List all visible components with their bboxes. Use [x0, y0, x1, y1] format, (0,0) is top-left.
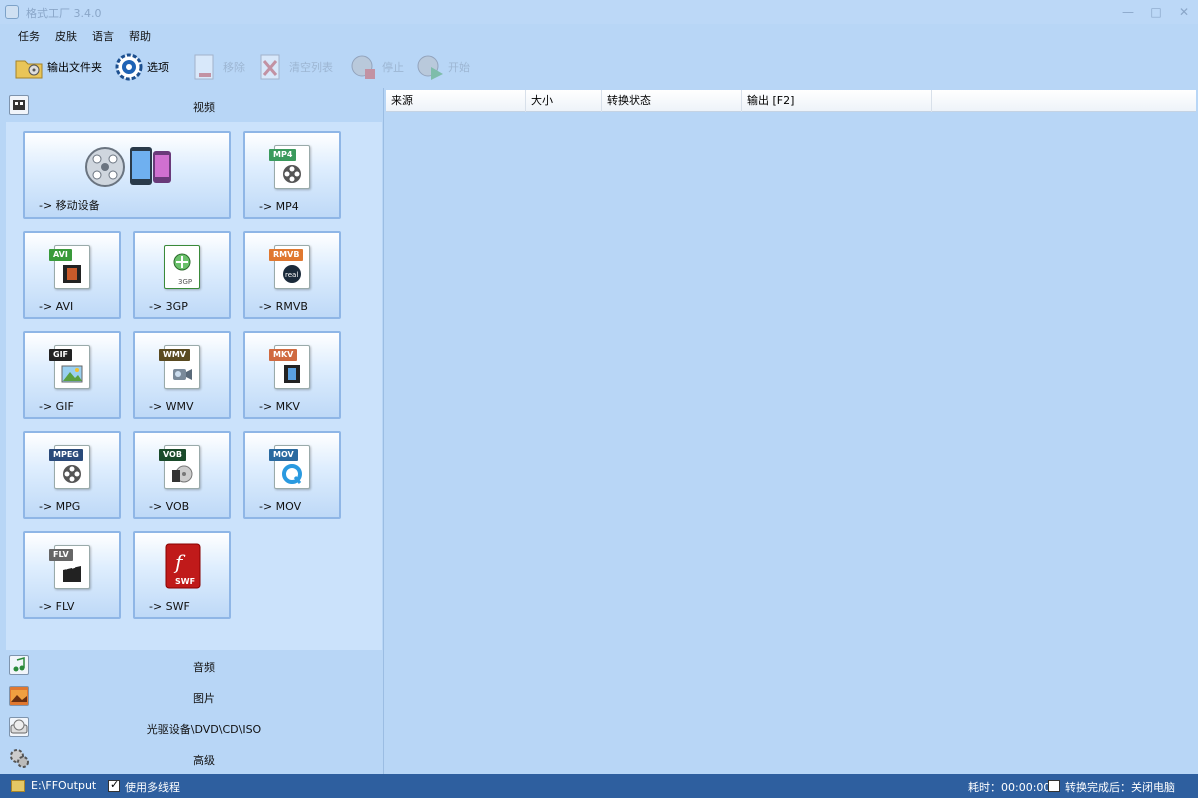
mp4-file-icon: MP4 [269, 145, 310, 189]
column-status[interactable]: 转换状态 [602, 90, 742, 112]
category-video[interactable]: 视频 [0, 90, 384, 120]
remove-button[interactable]: 移除 [190, 52, 245, 82]
menu-help[interactable]: 帮助 [129, 28, 151, 44]
swf-tag: SWF [175, 577, 196, 586]
maximize-button[interactable]: □ [1146, 4, 1166, 20]
tile-mp4[interactable]: MP4 -> MP4 [243, 131, 341, 219]
3gp-file-icon: 3GP [164, 245, 200, 289]
vob-file-icon: VOB [159, 445, 200, 489]
clear-icon [256, 53, 286, 81]
mkv-file-icon: MKV [269, 345, 310, 389]
tile-gif[interactable]: GIF -> GIF [23, 331, 121, 419]
tile-3gp[interactable]: 3GP -> 3GP [133, 231, 231, 319]
elapsed-time: 耗时：00:00:00 [968, 781, 1051, 794]
start-icon [415, 53, 445, 81]
menu-bar: 任务 皮肤 语言 帮助 [0, 24, 400, 46]
gear-icon [114, 53, 144, 81]
category-panel: 视频 -> 移动设备 MP4 -> MP4 AVI -> AVI 3GP -> … [0, 88, 384, 774]
window-title: 格式工厂 3.4.0 [26, 7, 102, 20]
multithread-label: 使用多线程 [125, 781, 180, 794]
category-advanced[interactable]: 高级 [0, 743, 384, 773]
list-header: 来源 大小 转换状态 输出 [F2] [386, 90, 1196, 112]
remove-icon [190, 53, 220, 81]
tile-mov[interactable]: MOV -> MOV [243, 431, 341, 519]
category-optical[interactable]: 光驱设备\DVD\CD\ISO [0, 712, 384, 742]
clear-list-button[interactable]: 清空列表 [256, 52, 333, 82]
folder-icon[interactable] [11, 780, 25, 792]
output-folder-button[interactable]: 输出文件夹 [14, 52, 102, 82]
multithread-checkbox[interactable] [108, 778, 120, 792]
tile-mpg[interactable]: MPEG -> MPG [23, 431, 121, 519]
flv-file-icon: FLV [49, 545, 90, 589]
video-tiles-area: -> 移动设备 MP4 -> MP4 AVI -> AVI 3GP -> 3GP [6, 122, 382, 650]
menu-skin[interactable]: 皮肤 [55, 28, 77, 44]
stop-button[interactable]: 停止 [349, 52, 404, 82]
column-output[interactable]: 输出 [F2] [742, 90, 932, 112]
title-bar: 格式工厂 3.4.0 — □ ✕ [0, 0, 1198, 24]
stop-icon [349, 53, 379, 81]
minimize-button[interactable]: — [1118, 4, 1138, 20]
mov-file-icon: MOV [269, 445, 310, 489]
start-button[interactable]: 开始 [415, 52, 470, 82]
tile-swf[interactable]: f SWF -> SWF [133, 531, 231, 619]
tile-flv[interactable]: FLV -> FLV [23, 531, 121, 619]
after-done-checkbox[interactable] [1048, 780, 1060, 792]
tile-avi[interactable]: AVI -> AVI [23, 231, 121, 319]
tile-rmvb[interactable]: RMVB real -> RMVB [243, 231, 341, 319]
tile-wmv[interactable]: WMV -> WMV [133, 331, 231, 419]
category-picture[interactable]: 图片 [0, 681, 384, 711]
output-path[interactable]: E:\FFOutput [31, 779, 96, 792]
category-audio[interactable]: 音频 [0, 650, 384, 680]
menu-task[interactable]: 任务 [18, 28, 40, 44]
tile-mkv[interactable]: MKV -> MKV [243, 331, 341, 419]
tile-mobile[interactable]: -> 移动设备 [23, 131, 231, 219]
task-list[interactable]: 来源 大小 转换状态 输出 [F2] [386, 88, 1198, 774]
gif-file-icon: GIF [49, 345, 90, 389]
tile-vob[interactable]: VOB -> VOB [133, 431, 231, 519]
after-done-label: 转换完成后：关闭电脑 [1065, 781, 1175, 794]
column-size[interactable]: 大小 [526, 90, 602, 112]
column-source[interactable]: 来源 [386, 90, 526, 112]
mobile-device-icon [85, 147, 171, 187]
svg-text:real: real [285, 271, 298, 279]
folder-icon [14, 53, 44, 81]
mpg-file-icon: MPEG [49, 445, 90, 489]
rmvb-file-icon: RMVB real [269, 245, 310, 289]
status-bar: E:\FFOutput 使用多线程 耗时：00:00:00 转换完成后：关闭电脑 [0, 774, 1198, 798]
app-icon [5, 5, 19, 19]
menu-language[interactable]: 语言 [92, 28, 114, 44]
wmv-file-icon: WMV [159, 345, 200, 389]
avi-file-icon: AVI [49, 245, 90, 289]
close-button[interactable]: ✕ [1174, 4, 1194, 20]
options-button[interactable]: 选项 [114, 52, 169, 82]
toolbar: 输出文件夹 选项 移除 清空列表 停止 开始 [0, 48, 1198, 86]
